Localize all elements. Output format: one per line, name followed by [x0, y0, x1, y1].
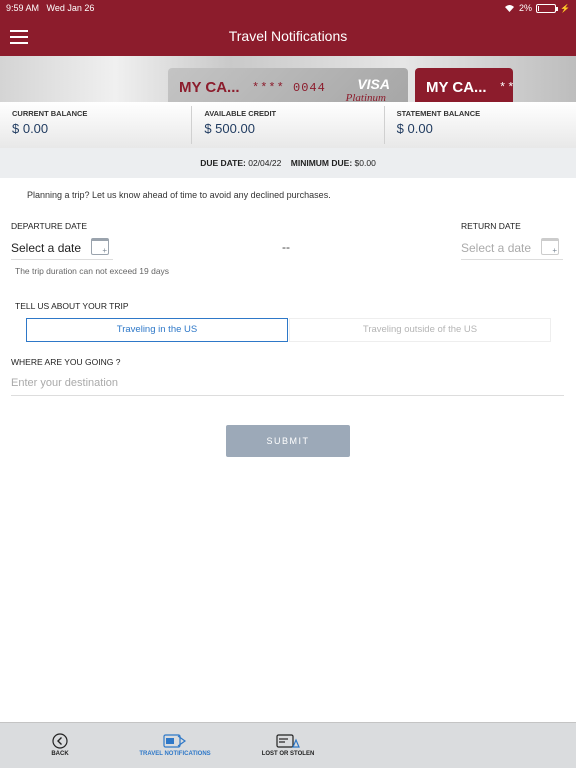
duration-hint: The trip duration can not exceed 19 days [15, 266, 170, 276]
minimum-due-label: MINIMUM DUE: [290, 158, 353, 168]
calendar-icon[interactable] [541, 238, 559, 255]
charging-icon: ⚡ [560, 3, 570, 13]
return-date-value: Select a date [461, 241, 532, 255]
card-tier: Platinum [345, 92, 386, 102]
page-title: Travel Notifications [228, 28, 348, 44]
return-label: RETURN DATE [461, 221, 521, 231]
current-balance-value: $ 0.00 [12, 121, 49, 136]
bottom-tab-bar: BACK TRAVEL NOTIFICATIONS LOST OR STOLEN [0, 722, 576, 768]
departure-date-picker[interactable]: Select a date [11, 236, 113, 260]
card-name: MY CA... [179, 79, 240, 96]
tab-travel-label: TRAVEL NOTIFICATIONS [139, 751, 211, 757]
status-right: 2% ⚡ [504, 3, 570, 13]
due-date-value: 02/04/22 [248, 158, 282, 168]
card-second[interactable]: MY CA... ** [415, 68, 513, 102]
destination-label: WHERE ARE YOU GOING ? [11, 357, 121, 367]
submit-button[interactable]: SUBMIT [226, 425, 350, 457]
available-credit: AVAILABLE CREDIT $ 500.00 [192, 106, 385, 144]
minimum-due-value: $0.00 [354, 158, 376, 168]
available-credit-label: AVAILABLE CREDIT [204, 109, 277, 118]
current-balance: CURRENT BALANCE $ 0.00 [0, 106, 193, 144]
tab-back[interactable]: BACK [40, 723, 80, 768]
return-date-picker[interactable]: Select a date [461, 236, 563, 260]
trip-type-label: TELL US ABOUT YOUR TRIP [15, 301, 129, 311]
status-bar: 9:59 AM Wed Jan 26 2% ⚡ [0, 0, 576, 18]
back-icon [52, 733, 68, 749]
intro-text: Planning a trip? Let us know ahead of ti… [27, 190, 331, 200]
tab-back-label: BACK [51, 751, 69, 757]
date-separator: -- [282, 240, 290, 254]
travel-card-icon [163, 734, 187, 748]
due-date-label: DUE DATE: [200, 158, 246, 168]
wifi-icon [505, 5, 515, 12]
card-platinum[interactable]: MY CA... **** 0044 VISA Platinum [168, 68, 408, 102]
due-bar: DUE DATE: 02/04/22 MINIMUM DUE: $0.00 [0, 148, 576, 178]
statement-balance-label: STATEMENT BALANCE [396, 109, 481, 118]
card-carousel[interactable]: MY CA... **** 0044 VISA Platinum MY CA..… [0, 56, 576, 102]
card-number: ** [499, 81, 513, 95]
battery-fill [538, 5, 540, 11]
tab-travel-notifications[interactable]: TRAVEL NOTIFICATIONS [130, 723, 220, 768]
statement-balance-value: $ 0.00 [396, 121, 433, 136]
traveling-us-option[interactable]: Traveling in the US [26, 318, 288, 342]
calendar-icon[interactable] [91, 238, 109, 255]
departure-label: DEPARTURE DATE [11, 221, 88, 231]
visa-logo: VISA [357, 76, 390, 92]
card-name: MY CA... [426, 79, 487, 96]
tab-lost-label: LOST OR STOLEN [261, 751, 315, 757]
current-balance-label: CURRENT BALANCE [12, 109, 88, 118]
balances-bar: CURRENT BALANCE $ 0.00 AVAILABLE CREDIT … [0, 102, 576, 148]
card-number: **** 0044 [252, 81, 326, 95]
status-time: 9:59 AM Wed Jan 26 [6, 3, 95, 13]
lost-card-icon [276, 734, 300, 748]
battery-percent: 2% [519, 3, 533, 13]
app-header: Travel Notifications [0, 18, 576, 56]
traveling-outside-option[interactable]: Traveling outside of the US [289, 318, 551, 342]
departure-date-value: Select a date [11, 241, 82, 255]
battery-icon [536, 3, 559, 13]
destination-input[interactable] [11, 371, 564, 396]
available-credit-value: $ 500.00 [204, 121, 255, 136]
tab-lost-or-stolen[interactable]: LOST OR STOLEN [250, 723, 326, 768]
statement-balance: STATEMENT BALANCE $ 0.00 [385, 106, 576, 144]
